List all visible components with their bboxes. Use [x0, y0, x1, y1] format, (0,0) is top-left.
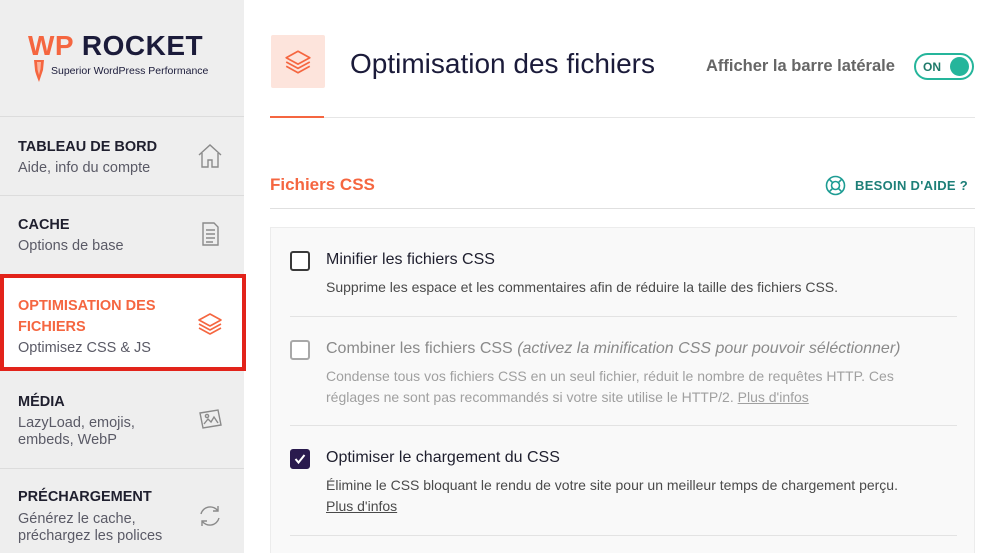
option-description: Supprime les espace et les commentaires …	[326, 279, 839, 295]
sidebar: WP ROCKET Superior WordPress Performance…	[0, 0, 246, 553]
sidebar-item-title: CACHE	[18, 217, 70, 233]
header-divider	[270, 117, 975, 118]
toggle-knob	[950, 57, 969, 76]
page-title: Optimisation des fichiers	[350, 48, 656, 79]
sidebar-item-cache[interactable]: CACHE Options de base	[0, 196, 244, 275]
sidebar-item-media[interactable]: MÉDIA LazyLoad, emojis, embeds, WebP	[0, 371, 244, 469]
home-icon	[198, 144, 222, 168]
option-label-note: (activez la minification CSS pour pouvoi…	[517, 340, 901, 357]
sidebar-item-subtitle: Aide, info du compte	[18, 160, 151, 176]
option-divider	[290, 425, 957, 426]
sidebar-item-subtitle: Optimisez CSS & JS	[18, 340, 151, 356]
sidebar-item-prechargement[interactable]: PRÉCHARGEMENT Générez le cache, précharg…	[0, 469, 244, 553]
sidebar-item-title: OPTIMISATION DES FICHIERS	[18, 298, 156, 335]
toggle-state-text: ON	[923, 60, 941, 74]
section-divider	[270, 208, 975, 209]
layers-icon	[198, 313, 222, 335]
header-accent-underline	[270, 116, 324, 118]
help-label: BESOIN D'AIDE ?	[855, 178, 969, 193]
option-description: Condense tous vos fichiers CSS en un seu…	[326, 368, 894, 405]
refresh-icon	[200, 506, 220, 526]
option-divider	[290, 535, 957, 536]
check-icon	[294, 454, 306, 465]
sidebar-toggle-label: Afficher la barre latérale	[706, 57, 895, 75]
more-info-link[interactable]: Plus d'infos	[738, 389, 809, 405]
section-title: Fichiers CSS	[270, 175, 375, 194]
sidebar-item-title: PRÉCHARGEMENT	[18, 489, 152, 505]
lifebuoy-icon	[825, 175, 846, 196]
optimize-css-delivery-checkbox[interactable]	[290, 449, 310, 469]
more-info-link[interactable]: Plus d'infos	[326, 498, 397, 514]
option-divider	[290, 316, 957, 317]
sidebar-item-title: MÉDIA	[18, 394, 65, 410]
layers-icon	[285, 50, 311, 74]
logo-wordmark: WP ROCKET	[28, 30, 204, 61]
wp-rocket-logo[interactable]: WP ROCKET Superior WordPress Performance	[0, 0, 244, 117]
sidebar-item-subtitle: Générez le cache, préchargez les polices	[18, 511, 163, 544]
combine-css-checkbox[interactable]	[290, 340, 310, 360]
rocket-flame-icon	[34, 60, 44, 82]
option-description: Élimine le CSS bloquant le rendu de votr…	[326, 477, 898, 514]
option-label: Minifier les fichiers CSS	[326, 251, 495, 268]
options-panel: Minifier les fichiers CSS Supprime les e…	[270, 227, 975, 553]
logo-tagline: Superior WordPress Performance	[51, 65, 209, 77]
sidebar-item-subtitle: Options de base	[18, 238, 124, 254]
images-icon	[199, 409, 222, 429]
sidebar-item-title: TABLEAU DE BORD	[18, 139, 158, 155]
minify-css-checkbox[interactable]	[290, 251, 310, 271]
option-label: Optimiser le chargement du CSS	[326, 449, 560, 466]
document-icon	[202, 222, 219, 246]
sidebar-item-optimisation-des-fichiers[interactable]: OPTIMISATION DES FICHIERS Optimisez CSS …	[0, 274, 246, 371]
sidebar-toggle-switch[interactable]: ON	[914, 53, 974, 80]
page-icon	[271, 35, 325, 88]
sidebar-item-tableau-de-bord[interactable]: TABLEAU DE BORD Aide, info du compte	[0, 117, 244, 196]
option-label: Combiner les fichiers CSS (activez la mi…	[326, 340, 901, 357]
sidebar-item-subtitle: LazyLoad, emojis, embeds, WebP	[18, 415, 135, 448]
